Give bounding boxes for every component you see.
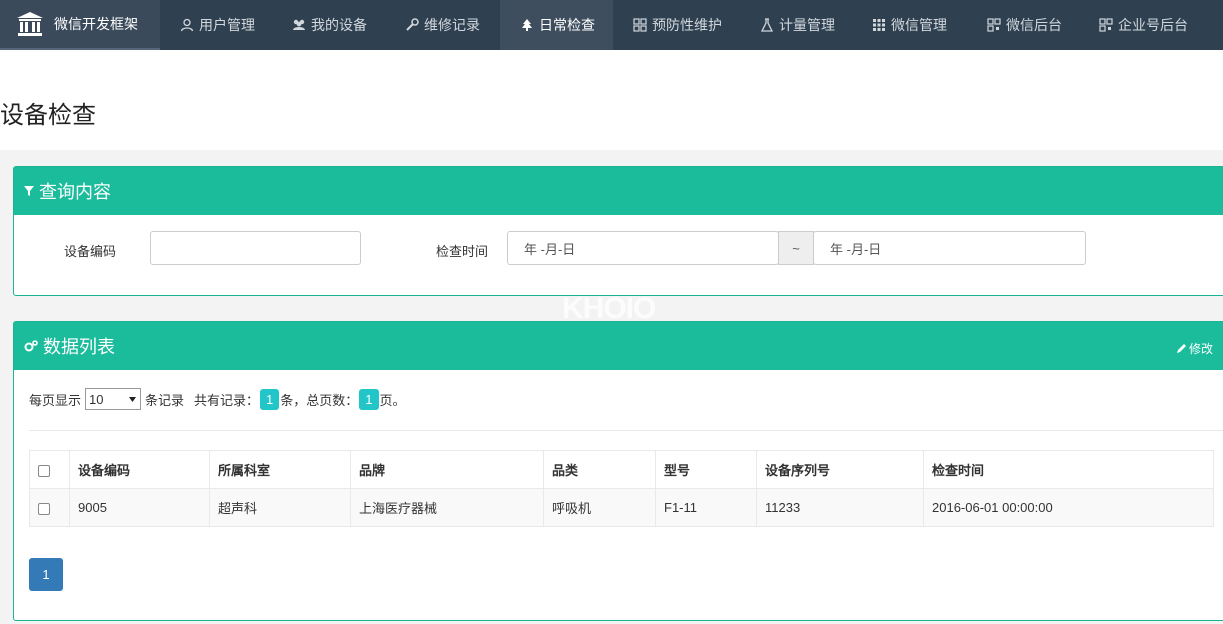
column-header[interactable]: 型号 (655, 450, 757, 489)
nav-item-metrology[interactable]: 计量管理 (740, 0, 852, 50)
data-table: 设备编码 所属科室 品牌 品类 型号 设备序列号 检查时间 9005 超声科 上… (29, 450, 1214, 527)
date-start-input[interactable]: 年 -月-日 (507, 231, 779, 265)
column-header[interactable]: 设备编码 (69, 450, 210, 489)
column-header[interactable]: 品类 (543, 450, 656, 489)
per-page-select[interactable]: 10 (85, 388, 142, 410)
divider (29, 430, 1223, 431)
cogs-icon (24, 340, 38, 352)
qrcode-icon (1099, 18, 1113, 32)
column-header[interactable]: 所属科室 (209, 450, 351, 489)
users-icon (293, 19, 305, 30)
nav-item-devices[interactable]: 我的设备 (272, 0, 385, 50)
date-end-input[interactable]: 年 -月-日 (813, 231, 1086, 265)
query-panel-title: 查询内容 (39, 182, 111, 202)
top-nav: 微信开发框架 用户管理 我的设备 维修记录 日常检查 预防性维护 计量管理 微信… (0, 0, 1223, 50)
cell-brand: 上海医疗器械 (350, 488, 544, 527)
bank-icon (17, 12, 43, 36)
table-header-row: 设备编码 所属科室 品牌 品类 型号 设备序列号 检查时间 (29, 450, 1214, 489)
pagination-info: 每页显示 10 条记录 共有记录： 1 条，总页数： 1 页。 (29, 388, 406, 410)
page-title: 设备检查 (0, 102, 96, 129)
cell-device-code: 9005 (69, 488, 210, 527)
nav-item-preventive[interactable]: 预防性维护 (613, 0, 740, 50)
user-icon (180, 18, 194, 32)
page-button[interactable]: 1 (29, 558, 63, 591)
check-time-label: 检查时间 (436, 244, 489, 259)
column-header[interactable]: 检查时间 (923, 450, 1214, 489)
nav-item-daily-check[interactable]: 日常检查 (500, 0, 613, 50)
nav-item-repairs[interactable]: 维修记录 (385, 0, 500, 50)
total-count-badge: 1 (260, 388, 280, 410)
query-panel-header: 查询内容 (14, 167, 1223, 215)
cell-check-time: 2016-06-01 00:00:00 (923, 488, 1214, 527)
nav-item-wechat-backend[interactable]: 微信后台 (967, 0, 1079, 50)
caret-down-icon (129, 396, 137, 402)
table-row[interactable]: 9005 超声科 上海医疗器械 呼吸机 F1-11 11233 2016-06-… (29, 488, 1214, 527)
row-checkbox[interactable] (38, 502, 50, 515)
device-code-input[interactable] (150, 231, 361, 265)
cell-model: F1-11 (655, 488, 757, 527)
pencil-icon (1176, 344, 1186, 353)
flask-icon (760, 18, 774, 32)
device-code-label: 设备编码 (64, 244, 117, 259)
nav-item-enterprise-backend[interactable]: 企业号后台 (1079, 0, 1201, 50)
cell-category: 呼吸机 (543, 488, 656, 527)
cell-serial: 11233 (756, 488, 924, 527)
nav-item-wechat-manage[interactable]: 微信管理 (852, 0, 967, 50)
date-separator: ~ (778, 231, 814, 265)
nav-item-users[interactable]: 用户管理 (160, 0, 272, 50)
filter-icon (24, 186, 34, 196)
page-count-badge: 1 (359, 388, 379, 410)
column-header[interactable]: 品牌 (350, 450, 544, 489)
watermark: KHOIO (562, 292, 656, 325)
list-panel-title: 数据列表 (43, 337, 115, 357)
brand[interactable]: 微信开发框架 (0, 0, 160, 50)
qrcode-icon (987, 18, 1001, 32)
list-panel-header: 数据列表 (14, 322, 1223, 370)
query-panel: 查询内容 设备编码 检查时间 年 -月-日 ~ 年 -月-日 (13, 166, 1223, 296)
tree-icon (522, 19, 532, 31)
brand-title: 微信开发框架 (54, 16, 138, 32)
edit-button[interactable]: 修改 (1176, 340, 1213, 357)
column-header[interactable]: 设备序列号 (756, 450, 924, 489)
cell-department: 超声科 (209, 488, 351, 527)
grid-icon (633, 18, 647, 32)
wrench-icon (406, 18, 419, 31)
select-all-checkbox[interactable] (38, 464, 50, 477)
list-panel: 数据列表 修改 每页显示 10 条记录 共有记录： 1 条，总页数： 1 页。 … (13, 321, 1223, 621)
apps-icon (873, 19, 885, 31)
